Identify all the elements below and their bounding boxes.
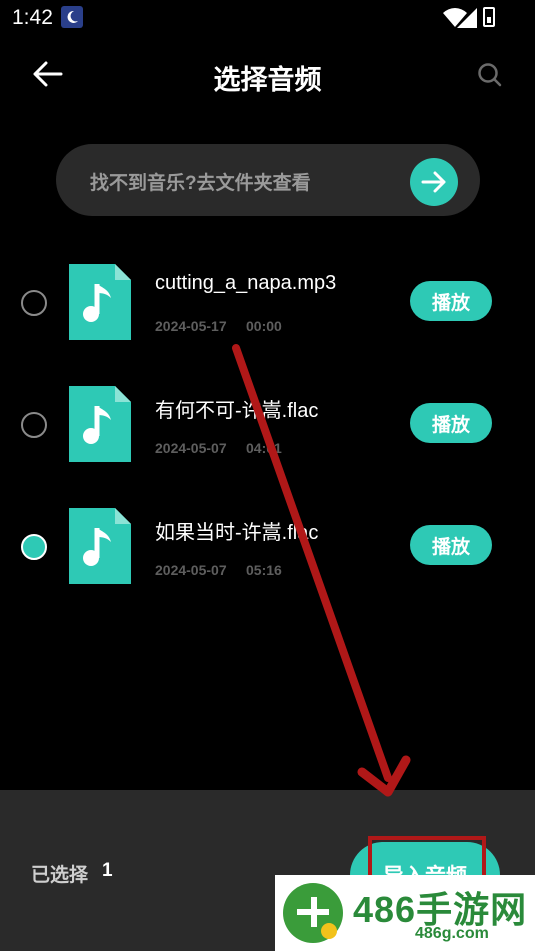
play-button[interactable]: 播放 — [410, 281, 492, 321]
watermark-url: 486g.com — [415, 925, 489, 942]
file-name: 如果当时-许嵩.flac — [155, 522, 319, 544]
file-name: 有何不可-许嵩.flac — [155, 400, 319, 422]
audio-item[interactable]: 有何不可-许嵩.flac 2024-05-07 04:01 播放 — [0, 372, 535, 472]
play-button[interactable]: 播放 — [410, 403, 492, 443]
watermark: 486手游网 486g.com — [275, 875, 535, 951]
signal-icon — [457, 8, 477, 33]
file-name: cutting_a_napa.mp3 — [155, 272, 337, 294]
play-button[interactable]: 播放 — [410, 525, 492, 565]
do-not-disturb-icon — [61, 6, 83, 28]
file-time: 04:01 — [246, 440, 282, 456]
open-folder-hint[interactable]: 找不到音乐?去文件夹查看 — [56, 144, 480, 216]
select-radio[interactable] — [21, 412, 47, 438]
audio-item[interactable]: cutting_a_napa.mp3 2024-05-17 00:00 播放 — [0, 250, 535, 350]
header: 选择音频 — [0, 40, 535, 110]
select-radio[interactable] — [21, 290, 47, 316]
selected-label: 已选择 — [31, 865, 89, 886]
select-radio-checked[interactable] — [21, 534, 47, 560]
arrow-right-icon — [421, 171, 446, 193]
music-file-icon — [69, 386, 131, 462]
search-button[interactable] — [473, 58, 507, 92]
audio-item[interactable]: 如果当时-许嵩.flac 2024-05-07 05:16 播放 — [0, 494, 535, 594]
file-time: 00:00 — [246, 318, 282, 334]
file-date: 2024-05-07 — [155, 440, 227, 456]
status-time: 1:42 — [12, 6, 53, 29]
search-icon — [478, 63, 502, 87]
battery-icon — [483, 7, 495, 27]
hint-text: 找不到音乐?去文件夹查看 — [90, 173, 311, 194]
status-bar: 1:42 — [0, 0, 535, 36]
file-time: 05:16 — [246, 562, 282, 578]
music-file-icon — [69, 508, 131, 584]
music-file-icon — [69, 264, 131, 340]
file-date: 2024-05-17 — [155, 318, 227, 334]
file-date: 2024-05-07 — [155, 562, 227, 578]
watermark-logo-icon — [283, 883, 343, 943]
selected-count: 1 — [102, 860, 113, 881]
go-to-folder-button[interactable] — [410, 158, 458, 206]
page-title: 选择音频 — [213, 65, 322, 95]
